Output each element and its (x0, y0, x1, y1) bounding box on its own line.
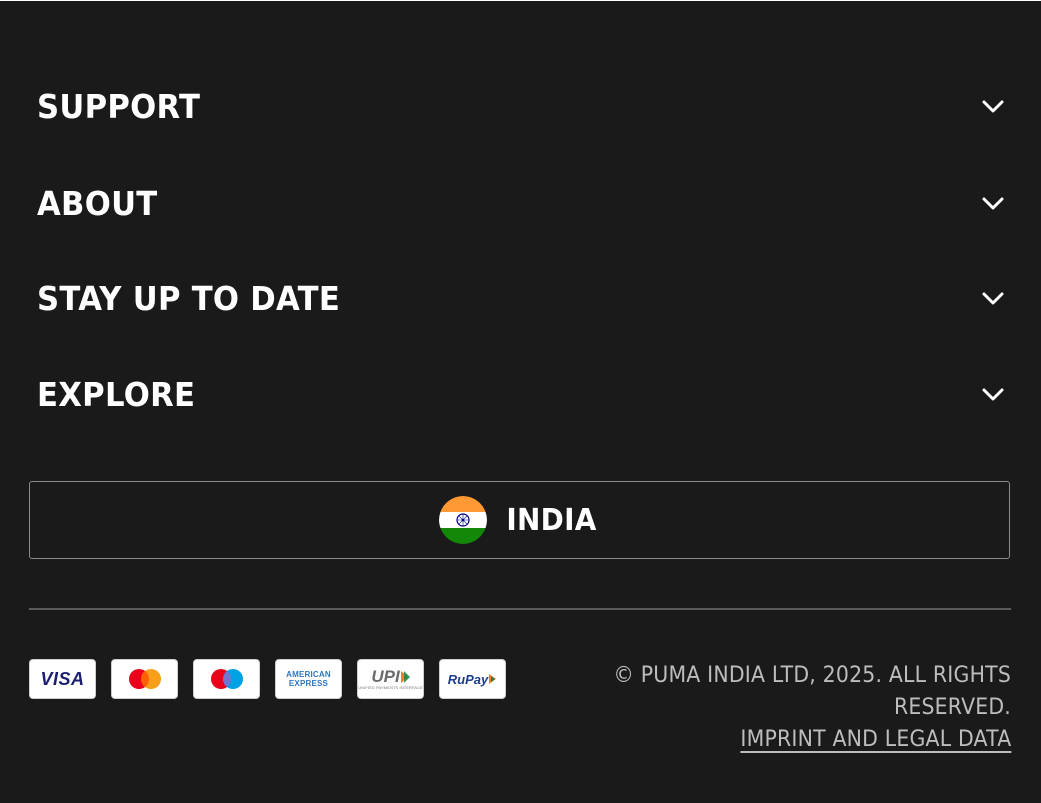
chevron-down-icon (981, 382, 1005, 406)
maestro-logo (193, 659, 260, 699)
accordion-title: SUPPORT (37, 86, 201, 126)
footer-divider (29, 608, 1011, 610)
accordion-title: STAY UP TO DATE (37, 278, 341, 318)
accordion-title: ABOUT (37, 183, 158, 223)
rupay-logo: RuPay (439, 659, 506, 699)
accordion-support[interactable]: SUPPORT (37, 76, 1005, 136)
rupay-label: RuPay (447, 671, 489, 687)
mastercard-logo (111, 659, 178, 699)
upi-logo: UPI UNIFIED PAYMENTS INTERFACE (357, 659, 424, 699)
visa-logo: VISA (29, 659, 96, 699)
india-flag-icon (438, 496, 487, 544)
visa-label: VISA (40, 668, 85, 689)
upi-sublabel: UNIFIED PAYMENTS INTERFACE (358, 684, 423, 690)
maestro-icon (210, 669, 243, 689)
mastercard-icon (128, 669, 161, 689)
upi-label: UPI (371, 666, 400, 686)
country-name: INDIA (506, 502, 597, 538)
accordion-explore[interactable]: EXPLORE (37, 364, 1005, 424)
chevron-down-icon (981, 191, 1005, 215)
upi-arrow-icon (400, 670, 410, 683)
imprint-link[interactable]: IMPRINT AND LEGAL DATA (740, 724, 1011, 756)
country-selector-button[interactable]: INDIA (29, 481, 1010, 559)
top-edge (0, 0, 1041, 1)
payment-methods: VISA AMERICAN EXPRESS UPI UNIFIED PAYMEN… (29, 659, 506, 699)
chevron-down-icon (981, 286, 1005, 310)
amex-line2: EXPRESS (288, 679, 329, 688)
copyright-text: © PUMA INDIA LTD, 2025. ALL RIGHTS RESER… (613, 663, 1011, 720)
accordion-stay-up-to-date[interactable]: STAY UP TO DATE (37, 268, 1005, 328)
legal-block: © PUMA INDIA LTD, 2025. ALL RIGHTS RESER… (571, 660, 1011, 756)
chevron-down-icon (981, 94, 1005, 118)
amex-line1: AMERICAN (286, 670, 331, 679)
amex-logo: AMERICAN EXPRESS (275, 659, 342, 699)
accordion-title: EXPLORE (37, 374, 196, 414)
rupay-arrow-icon (489, 674, 497, 684)
accordion-about[interactable]: ABOUT (37, 173, 1005, 233)
